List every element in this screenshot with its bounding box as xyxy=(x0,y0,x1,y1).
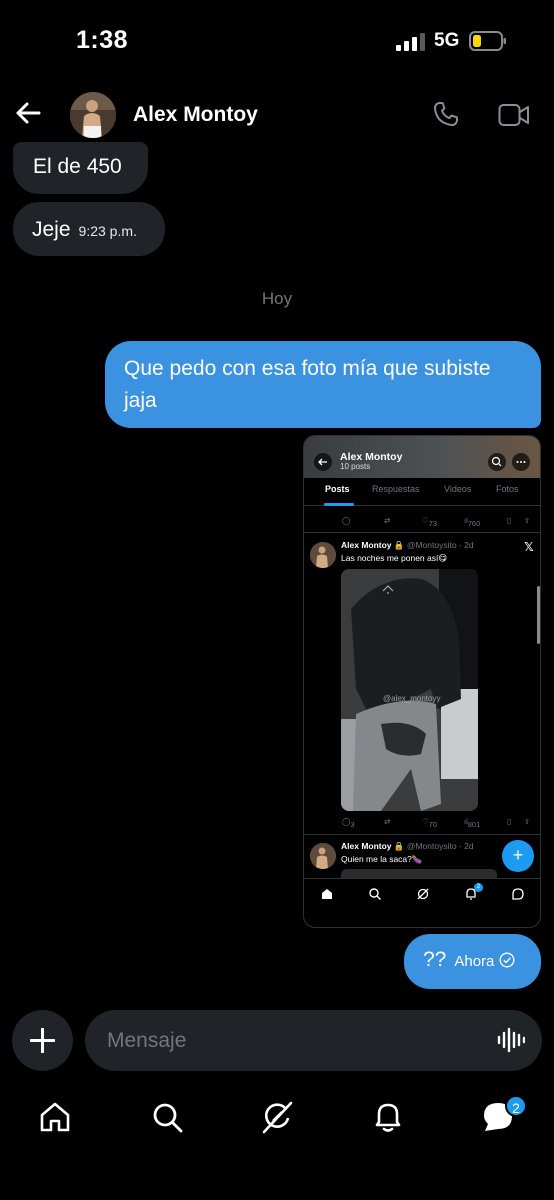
reply-icon: ◯ xyxy=(342,516,351,525)
messages-icon xyxy=(512,888,524,900)
views-icon: ıl 801 xyxy=(464,817,481,829)
tweet-stats-row: ◯ 3 ⇄ ♡ 70 ıl 801 ▯ ⇧ xyxy=(304,814,540,830)
message-input[interactable] xyxy=(85,1010,542,1071)
network-label: 5G xyxy=(434,30,460,51)
incoming-message[interactable]: Jeje 9:23 p.m. xyxy=(13,202,165,256)
notifications-badge: 2 xyxy=(474,883,483,892)
video-call-icon[interactable] xyxy=(498,102,530,128)
reply-icon: ◯ 3 xyxy=(342,817,355,829)
read-check-icon xyxy=(499,952,515,968)
bookmark-icon: ▯ xyxy=(507,516,512,525)
voice-message-icon[interactable] xyxy=(497,1026,525,1054)
message-text: El de 450 xyxy=(33,155,122,178)
home-icon xyxy=(322,889,332,899)
bookmark-icon: ▯ xyxy=(507,817,512,826)
compose-fab: + xyxy=(502,840,534,872)
like-count: 73 xyxy=(428,519,438,528)
share-icon: ⇧ xyxy=(524,516,531,525)
divider xyxy=(304,532,540,533)
bottom-nav xyxy=(0,1092,554,1152)
plus-icon xyxy=(30,1028,55,1053)
screenshot-stats-row: ◯ ⇄ ♡ 73 ıl 760 ▯ ⇧ xyxy=(304,513,540,529)
tweet-author: Alex Montoy 🔒 @Montoysito · 2d xyxy=(341,540,474,550)
grok-icon xyxy=(417,888,429,900)
scrollbar xyxy=(537,586,540,644)
views-count: 760 xyxy=(467,519,481,528)
chat-header: Alex Montoy xyxy=(0,84,554,146)
screenshot-more-icon xyxy=(512,453,530,471)
screenshot-tab-posts: Posts xyxy=(325,484,350,494)
screenshot-tab-videos: Videos xyxy=(444,484,472,494)
tweet-avatar xyxy=(310,542,336,568)
home-icon[interactable] xyxy=(38,1100,72,1134)
screenshot-bottom-nav: 2 xyxy=(304,878,540,908)
bell-icon[interactable] xyxy=(371,1100,405,1134)
screenshot-tab-photos: Fotos xyxy=(496,484,519,494)
outgoing-message[interactable]: Que pedo con esa foto mía que subiste ja… xyxy=(105,341,541,428)
views-icon: ıl 760 xyxy=(464,516,481,528)
message-timestamp: Ahora xyxy=(454,953,495,970)
views-count: 801 xyxy=(467,820,481,829)
status-time: 1:38 xyxy=(76,26,129,54)
tweet-photo-preview xyxy=(341,869,497,878)
back-arrow-icon[interactable] xyxy=(14,99,42,127)
screenshot-tabs: Posts Respuestas Videos Fotos xyxy=(304,478,540,506)
contact-name[interactable]: Alex Montoy xyxy=(133,103,258,127)
incoming-message[interactable]: El de 450 xyxy=(13,142,148,194)
phone-icon[interactable] xyxy=(432,100,460,128)
reply-count: 3 xyxy=(350,820,355,829)
messages-badge: 2 xyxy=(505,1095,527,1117)
tweet-photo: @alex_montoyy xyxy=(341,569,478,811)
outgoing-message[interactable]: ?? Ahora xyxy=(404,934,541,989)
photo-watermark: @alex_montoyy xyxy=(383,694,440,703)
tweet-author: Alex Montoy 🔒 @Montoysito · 2d xyxy=(341,841,474,851)
like-icon: ♡ 73 xyxy=(422,516,438,528)
contact-avatar[interactable] xyxy=(70,92,116,138)
repost-icon: ⇄ xyxy=(384,817,391,826)
screenshot-posts-count: 10 posts xyxy=(340,462,371,471)
status-bar: 1:38 5G xyxy=(0,0,554,84)
search-icon xyxy=(369,888,381,900)
screenshot-tab-replies: Respuestas xyxy=(372,484,420,494)
battery-icon xyxy=(469,31,506,51)
shared-screenshot[interactable]: Alex Montoy 10 posts Posts Respuestas Vi… xyxy=(303,435,541,928)
grok-icon[interactable] xyxy=(260,1100,294,1134)
screenshot-tab-underline xyxy=(324,503,354,506)
like-count: 70 xyxy=(428,820,438,829)
message-text: ?? xyxy=(423,948,447,971)
message-timestamp: 9:23 p.m. xyxy=(78,223,137,239)
like-icon: ♡ 70 xyxy=(422,817,438,829)
share-icon: ⇧ xyxy=(524,817,531,826)
day-divider: Hoy xyxy=(261,289,293,308)
tweet-text: Quien me la saca?🍆 xyxy=(341,854,423,864)
divider xyxy=(304,834,540,835)
message-text: Que pedo con esa foto mía que subiste ja… xyxy=(124,357,491,412)
repost-icon: ⇄ xyxy=(384,516,391,525)
add-attachment-button[interactable] xyxy=(12,1010,73,1071)
search-icon[interactable] xyxy=(150,1100,184,1134)
x-logo-icon: 𝕏 xyxy=(524,540,534,554)
message-text: Jeje xyxy=(32,218,71,241)
tweet-text: Las noches me ponen así😋 xyxy=(341,553,448,563)
signal-icon xyxy=(396,33,425,51)
screenshot-profile-header: Alex Montoy 10 posts xyxy=(304,436,540,478)
screenshot-search-icon xyxy=(488,453,506,471)
tweet-avatar xyxy=(310,843,336,869)
screenshot-back-icon xyxy=(314,453,332,471)
